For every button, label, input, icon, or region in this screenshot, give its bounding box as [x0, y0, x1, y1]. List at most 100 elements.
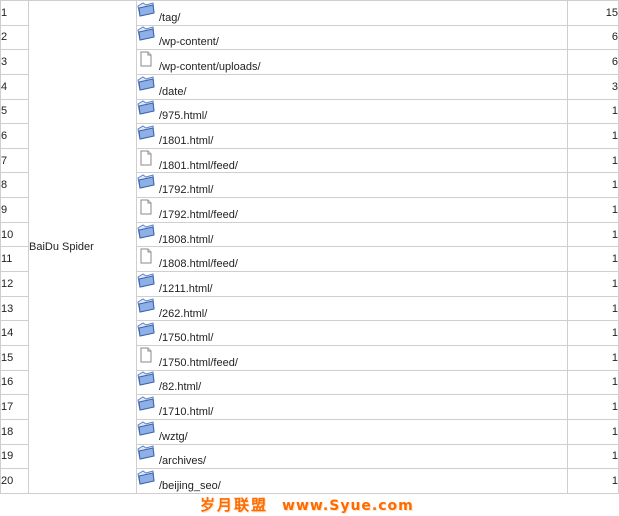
path-cell: /1792.html/feed/ [136, 197, 568, 223]
row-index: 18 [0, 418, 29, 445]
watermark-cn-text: 岁月联盟 [200, 496, 269, 514]
row-index: 14 [0, 320, 29, 346]
row-index: 9 [0, 197, 29, 223]
path-cell: /975.html/ [136, 98, 568, 125]
path-link[interactable]: /wp-content/uploads/ [159, 61, 261, 73]
path-cell: /1801.html/feed/ [136, 147, 568, 174]
row-index: 8 [0, 172, 29, 199]
path-link[interactable]: /archives/ [159, 455, 206, 467]
path-link[interactable]: /262.html/ [159, 308, 207, 320]
path-link[interactable]: /wp-content/ [159, 36, 219, 48]
row-index: 5 [0, 98, 29, 125]
file-icon [138, 199, 156, 215]
folder-icon [137, 421, 156, 437]
visit-count: 1 [567, 147, 619, 174]
visit-count: 1 [567, 468, 619, 494]
visit-count: 1 [567, 271, 619, 297]
path-cell: /1750.html/feed/ [136, 344, 568, 371]
folder-icon [137, 76, 156, 92]
row-index: 10 [0, 221, 29, 248]
path-cell: /date/ [136, 73, 568, 100]
visit-count: 1 [567, 320, 619, 346]
visit-count: 1 [567, 172, 619, 199]
row-index: 7 [0, 147, 29, 174]
file-icon [138, 150, 156, 166]
row-index: 16 [0, 369, 29, 396]
visit-count: 6 [567, 24, 619, 51]
path-link[interactable]: /wztg/ [159, 431, 188, 443]
path-cell: /archives/ [136, 443, 568, 470]
path-link[interactable]: /1211.html/ [159, 283, 213, 295]
folder-icon [137, 297, 156, 314]
spider-name-cell: BaiDu Spider [28, 0, 137, 494]
path-link[interactable]: /1792.html/feed/ [159, 209, 238, 221]
folder-icon [137, 2, 156, 18]
path-cell: /tag/ [136, 0, 568, 26]
path-link[interactable]: /1808.html/feed/ [159, 258, 238, 270]
row-index: 11 [0, 246, 29, 273]
path-cell: /262.html/ [136, 295, 568, 322]
path-cell: /wztg/ [136, 418, 568, 445]
row-index: 1 [0, 0, 29, 26]
path-cell: /82.html/ [136, 369, 568, 396]
path-link[interactable]: /date/ [159, 86, 187, 98]
visit-count: 1 [567, 295, 619, 322]
folder-icon [137, 174, 156, 190]
visit-count: 1 [567, 443, 619, 470]
path-cell: /1710.html/ [136, 394, 568, 420]
folder-icon [137, 26, 156, 42]
visit-count: 1 [567, 123, 619, 149]
folder-icon [137, 125, 156, 141]
spider-log-table: 1 BaiDu Spider/tag/15 2/wp-content/6 3/wp-c… [0, 0, 619, 494]
path-cell: /beijing_seo/ [136, 468, 568, 494]
path-cell: /1808.html/feed/ [136, 246, 568, 273]
visit-count: 1 [567, 369, 619, 396]
folder-icon [137, 100, 156, 116]
watermark: 岁月联盟 www.Syue.com [200, 494, 414, 515]
visit-count: 1 [567, 418, 619, 445]
row-index: 17 [0, 394, 29, 420]
path-cell: /1801.html/ [136, 123, 568, 149]
path-link[interactable]: /tag/ [159, 12, 180, 24]
folder-icon [137, 396, 156, 412]
path-link[interactable]: /1710.html/ [159, 406, 213, 418]
table-row: 1 BaiDu Spider/tag/15 [0, 0, 619, 494]
folder-icon [137, 273, 156, 289]
folder-icon [137, 470, 156, 486]
path-link[interactable]: /1792.html/ [159, 184, 213, 196]
row-index: 4 [0, 73, 29, 100]
row-index: 19 [0, 443, 29, 470]
visit-count: 1 [567, 98, 619, 125]
file-icon [138, 248, 156, 264]
watermark-url-text: www.Syue.com [282, 498, 414, 514]
path-link[interactable]: /beijing_seo/ [159, 480, 221, 492]
path-link[interactable]: /1808.html/ [159, 234, 213, 246]
path-link[interactable]: /975.html/ [159, 110, 207, 122]
visit-count: 6 [567, 49, 619, 75]
path-cell: /1211.html/ [136, 271, 568, 297]
visit-count: 1 [567, 394, 619, 420]
row-index: 3 [0, 49, 29, 75]
visit-count: 1 [567, 197, 619, 223]
path-link[interactable]: /1750.html/feed/ [159, 357, 238, 369]
path-link[interactable]: /82.html/ [159, 381, 201, 393]
file-icon [138, 51, 156, 67]
folder-icon [137, 445, 156, 461]
path-cell: /1792.html/ [136, 172, 568, 199]
path-link[interactable]: /1750.html/ [159, 332, 213, 344]
path-cell: /1750.html/ [136, 320, 568, 346]
row-index: 15 [0, 344, 29, 371]
file-icon [138, 347, 156, 363]
folder-icon [137, 371, 156, 387]
row-index: 12 [0, 271, 29, 297]
visit-count: 1 [567, 221, 619, 248]
row-index: 6 [0, 123, 29, 149]
path-cell: /1808.html/ [136, 221, 568, 248]
folder-icon [137, 322, 156, 338]
row-index: 2 [0, 24, 29, 51]
visit-count: 3 [567, 73, 619, 100]
visit-count: 15 [567, 0, 619, 26]
path-link[interactable]: /1801.html/feed/ [159, 160, 238, 172]
table-body: 1 BaiDu Spider/tag/15 2/wp-content/6 3/wp-c… [0, 0, 619, 494]
path-link[interactable]: /1801.html/ [159, 135, 213, 147]
